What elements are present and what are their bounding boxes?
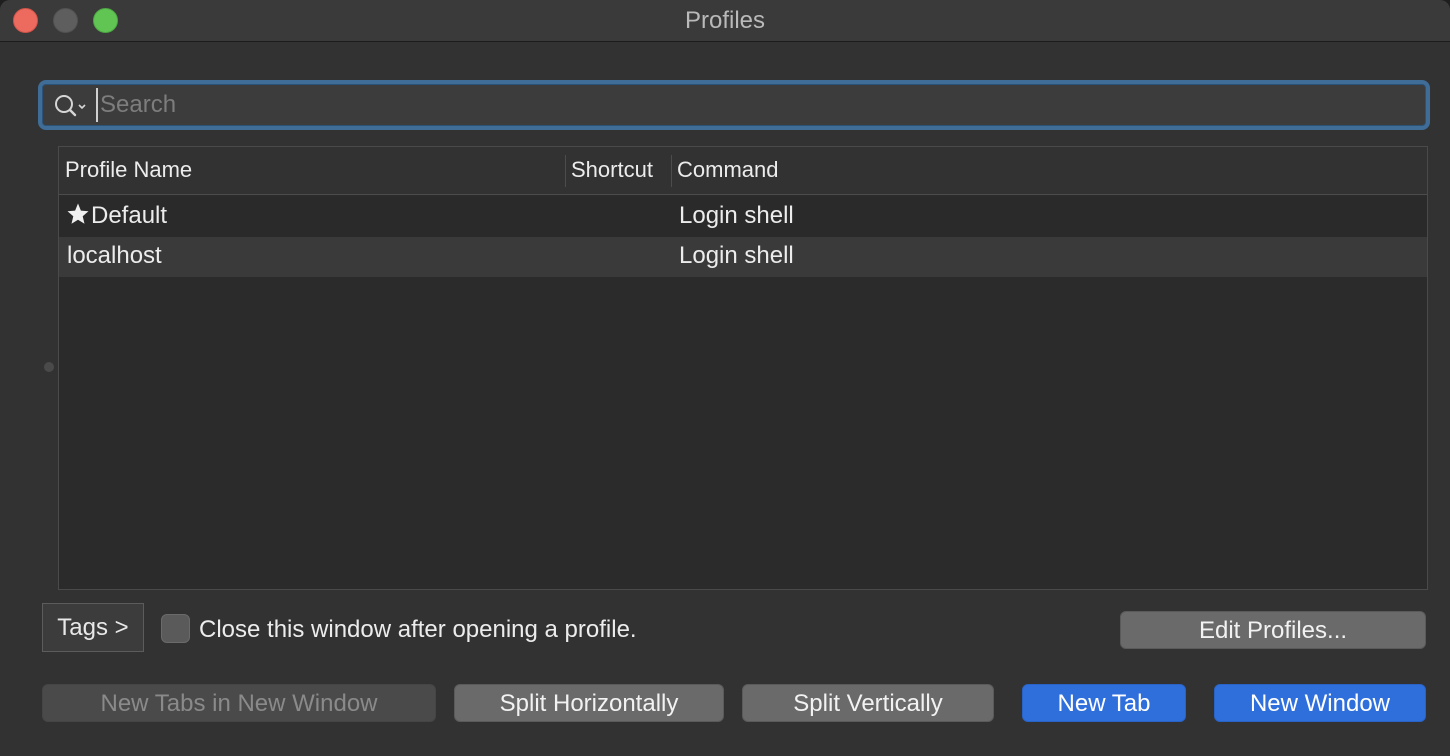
profile-command: Login shell [679, 202, 794, 229]
split-handle[interactable] [44, 362, 54, 372]
table-row[interactable]: Default Login shell [59, 197, 1427, 237]
star-icon [67, 203, 89, 224]
table-header: Profile Name Shortcut Command [59, 147, 1427, 195]
profile-command: Login shell [679, 242, 794, 269]
profile-name: localhost [67, 242, 162, 269]
close-after-open-checkbox[interactable] [161, 614, 190, 643]
window-title: Profiles [684, 7, 766, 34]
new-tabs-in-new-window-button[interactable]: New Tabs in New Window [42, 684, 436, 722]
profiles-window: Profiles Profile Name Shortcut Command D… [0, 0, 1450, 756]
profile-name-cell: Default [65, 202, 167, 230]
new-tab-button[interactable]: New Tab [1022, 684, 1186, 722]
column-divider[interactable] [565, 155, 566, 187]
tags-button[interactable]: Tags > [42, 603, 144, 652]
column-header-command[interactable]: Command [677, 157, 778, 183]
search-input[interactable] [96, 88, 1416, 122]
close-after-open-label[interactable]: Close this window after opening a profil… [199, 616, 637, 644]
table-row[interactable]: localhost Login shell [59, 237, 1427, 277]
new-window-button[interactable]: New Window [1214, 684, 1426, 722]
title-bar: Profiles [0, 0, 1450, 42]
search-field[interactable] [38, 80, 1430, 130]
column-header-profile-name[interactable]: Profile Name [65, 157, 192, 183]
split-horizontally-button[interactable]: Split Horizontally [454, 684, 724, 722]
search-icon[interactable] [54, 93, 90, 119]
column-header-shortcut[interactable]: Shortcut [571, 157, 653, 183]
edit-profiles-button[interactable]: Edit Profiles... [1120, 611, 1426, 649]
profiles-table: Profile Name Shortcut Command Default Lo… [58, 146, 1428, 590]
column-divider[interactable] [671, 155, 672, 187]
profile-name: Default [91, 202, 168, 229]
split-vertically-button[interactable]: Split Vertically [742, 684, 994, 722]
